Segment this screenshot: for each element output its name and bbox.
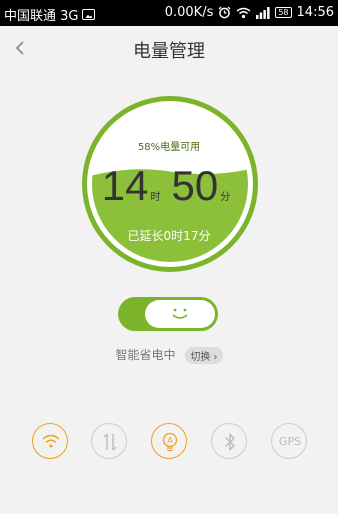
- power-saving-toggle[interactable]: [118, 297, 218, 331]
- clock: 14:56: [296, 5, 334, 20]
- wifi-toggle[interactable]: [32, 423, 68, 459]
- quick-toggles: A GPS: [0, 423, 338, 463]
- smart-mode-label: 智能省电中: [115, 348, 176, 362]
- battery-icon: 58: [275, 7, 292, 18]
- page-title: 电量管理: [133, 41, 205, 62]
- carrier-label: 中国联通 3G: [4, 9, 79, 24]
- gps-toggle[interactable]: GPS: [271, 423, 307, 459]
- data-transfer-icon: [103, 433, 117, 451]
- remaining-hours: 14: [101, 162, 149, 209]
- bluetooth-toggle[interactable]: [211, 423, 247, 459]
- alarm-icon: [218, 6, 231, 19]
- status-bar: 中国联通 3G 0.00K/s 58 14:56: [0, 0, 338, 26]
- smart-mode-row: 智能省电中 切换 ›: [0, 346, 338, 364]
- smiley-icon: [172, 308, 188, 319]
- brightness-auto-icon: A: [162, 432, 178, 452]
- wifi-icon: [42, 434, 60, 448]
- svg-text:A: A: [167, 436, 173, 445]
- minutes-unit: 分: [220, 192, 231, 203]
- battery-available-label: 58%电量可用: [137, 142, 201, 153]
- signal-icon: [256, 6, 270, 19]
- toggle-knob: [145, 300, 215, 328]
- bluetooth-icon: [225, 432, 236, 452]
- hours-unit: 时: [150, 192, 161, 203]
- remaining-time: 14 时 50 分: [0, 164, 338, 208]
- switch-mode-button[interactable]: 切换 ›: [185, 347, 223, 364]
- auto-brightness-toggle[interactable]: A: [151, 423, 187, 459]
- gps-label: GPS: [278, 435, 302, 448]
- header: 电量管理: [0, 26, 338, 70]
- mobile-data-toggle[interactable]: [91, 423, 127, 459]
- switch-mode-label: 切换: [190, 352, 211, 363]
- image-notification-icon: [82, 9, 96, 20]
- remaining-minutes: 50: [171, 162, 219, 209]
- network-speed: 0.00K/s: [164, 5, 214, 20]
- extended-time-label: 已延长0时17分: [127, 229, 211, 243]
- wifi-icon: [236, 7, 251, 18]
